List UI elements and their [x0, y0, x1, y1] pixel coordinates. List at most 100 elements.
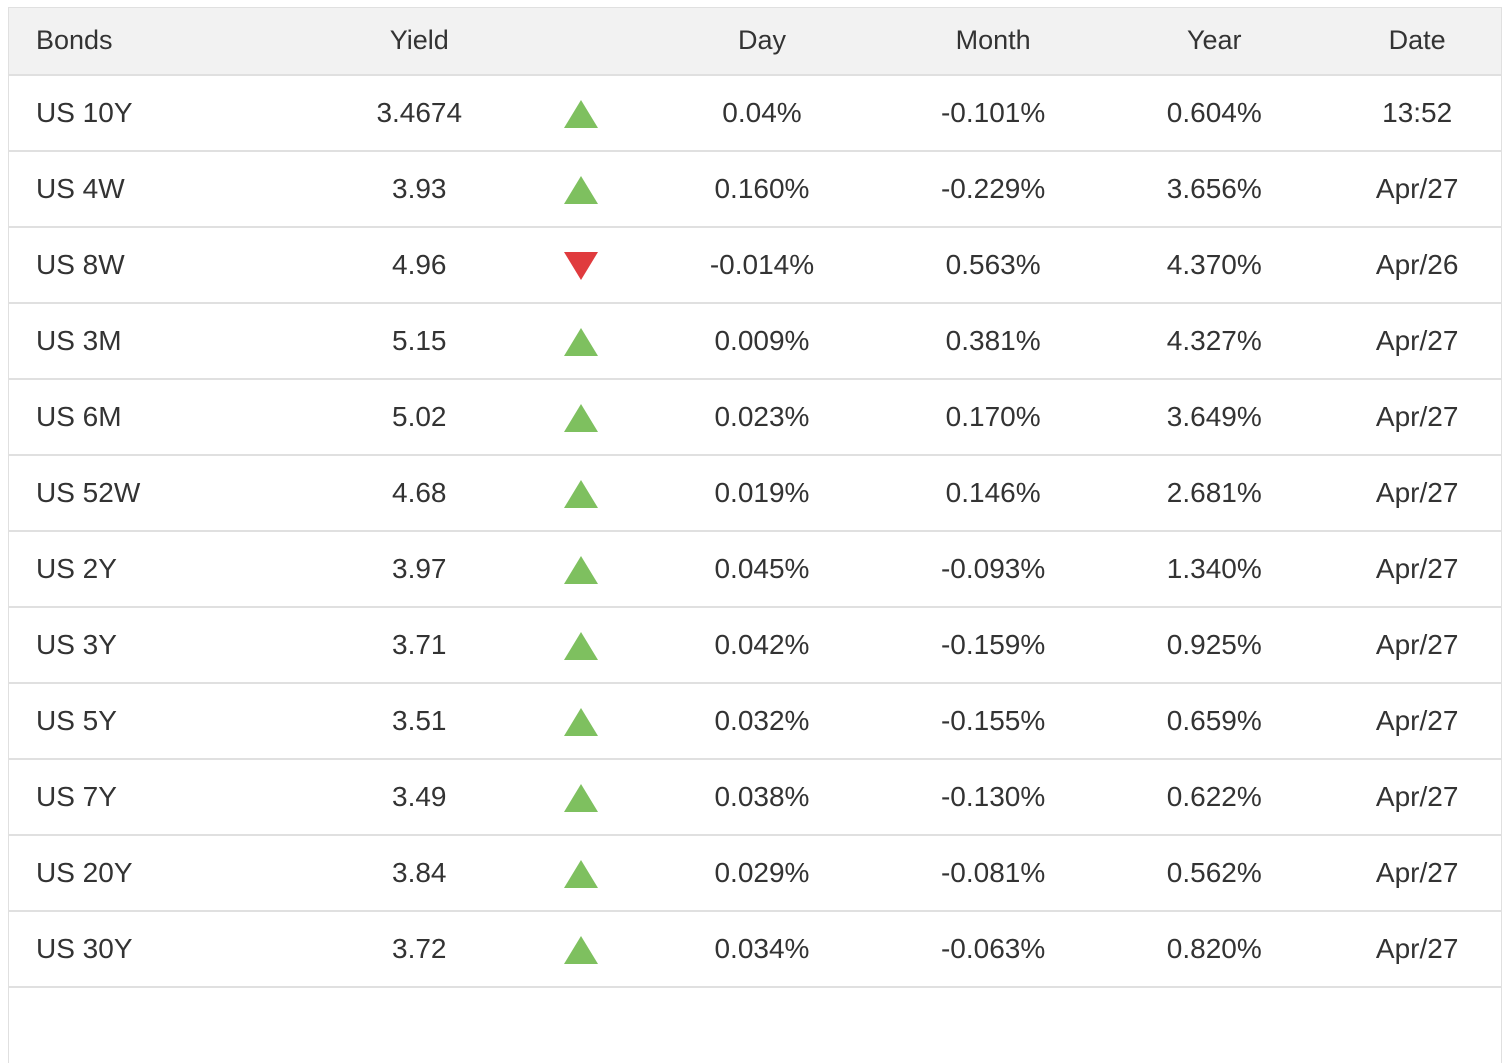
table-row: US 20Y3.840.029%-0.081%0.562%Apr/27	[9, 835, 1502, 911]
year-change: 2.681%	[1095, 455, 1333, 531]
up-triangle-icon	[564, 556, 598, 584]
empty-cell	[529, 987, 633, 1063]
bond-name[interactable]: US 10Y	[9, 75, 310, 151]
table-row: US 52W4.680.019%0.146%2.681%Apr/27	[9, 455, 1502, 531]
bond-yields-table: Bonds Yield Day Month Year Date US 10Y3.…	[8, 7, 1502, 1063]
bond-name[interactable]: US 8W	[9, 227, 310, 303]
year-change: 3.656%	[1095, 151, 1333, 227]
date-value: 13:52	[1333, 75, 1501, 151]
bond-name[interactable]: US 7Y	[9, 759, 310, 835]
bond-name[interactable]: US 3M	[9, 303, 310, 379]
date-value: Apr/27	[1333, 683, 1501, 759]
direction-indicator-cell	[529, 227, 633, 303]
yield-value: 3.51	[310, 683, 529, 759]
year-change: 1.340%	[1095, 531, 1333, 607]
table-row: US 30Y3.720.034%-0.063%0.820%Apr/27	[9, 911, 1502, 987]
day-change: -0.014%	[633, 227, 891, 303]
bond-name[interactable]: US 6M	[9, 379, 310, 455]
month-change: -0.159%	[891, 607, 1095, 683]
up-triangle-icon	[564, 708, 598, 736]
year-change: 3.649%	[1095, 379, 1333, 455]
year-change: 0.604%	[1095, 75, 1333, 151]
table-row: US 3M5.150.009%0.381%4.327%Apr/27	[9, 303, 1502, 379]
day-change: 0.034%	[633, 911, 891, 987]
up-triangle-icon	[564, 936, 598, 964]
header-row: Bonds Yield Day Month Year Date	[9, 8, 1502, 75]
yield-value: 3.93	[310, 151, 529, 227]
month-change: 0.563%	[891, 227, 1095, 303]
day-change: 0.032%	[633, 683, 891, 759]
day-change: 0.04%	[633, 75, 891, 151]
direction-indicator-cell	[529, 151, 633, 227]
date-value: Apr/27	[1333, 531, 1501, 607]
yield-value: 4.96	[310, 227, 529, 303]
direction-indicator-cell	[529, 683, 633, 759]
table-row: US 10Y3.4674 0.04%-0.101%0.604%13:52	[9, 75, 1502, 151]
yield-value: 5.15	[310, 303, 529, 379]
empty-cell	[633, 987, 891, 1063]
month-change: -0.081%	[891, 835, 1095, 911]
table-row-partial	[9, 987, 1502, 1063]
day-change: 0.160%	[633, 151, 891, 227]
day-change: 0.019%	[633, 455, 891, 531]
table-row: US 8W4.96-0.014%0.563%4.370%Apr/26	[9, 227, 1502, 303]
bond-yields-table-container: Bonds Yield Day Month Year Date US 10Y3.…	[8, 7, 1502, 1063]
empty-cell	[1095, 987, 1333, 1063]
day-change: 0.023%	[633, 379, 891, 455]
date-value: Apr/27	[1333, 759, 1501, 835]
up-triangle-icon	[564, 632, 598, 660]
bond-name[interactable]: US 20Y	[9, 835, 310, 911]
table-row: US 5Y3.510.032%-0.155%0.659%Apr/27	[9, 683, 1502, 759]
yield-value: 3.71	[310, 607, 529, 683]
yield-value: 3.4674	[310, 75, 529, 151]
up-triangle-icon	[564, 100, 598, 128]
bond-name[interactable]: US 2Y	[9, 531, 310, 607]
direction-indicator-cell	[529, 75, 633, 151]
up-triangle-icon	[564, 404, 598, 432]
direction-indicator-cell	[529, 607, 633, 683]
month-change: -0.101%	[891, 75, 1095, 151]
table-body: US 10Y3.46740.04%-0.101%0.604%13:52US 4W…	[9, 75, 1502, 1063]
month-change: -0.130%	[891, 759, 1095, 835]
month-change: -0.229%	[891, 151, 1095, 227]
yield-value: 3.49	[310, 759, 529, 835]
date-value: Apr/27	[1333, 835, 1501, 911]
column-header-yield: Yield	[310, 8, 529, 75]
up-triangle-icon	[564, 784, 598, 812]
bond-name[interactable]: US 52W	[9, 455, 310, 531]
table-row: US 4W3.93 0.160%-0.229%3.656%Apr/27	[9, 151, 1502, 227]
up-triangle-icon	[564, 860, 598, 888]
direction-indicator-cell	[529, 379, 633, 455]
column-header-bonds: Bonds	[9, 8, 310, 75]
month-change: 0.381%	[891, 303, 1095, 379]
empty-cell	[9, 987, 310, 1063]
year-change: 0.622%	[1095, 759, 1333, 835]
month-change: -0.063%	[891, 911, 1095, 987]
direction-indicator-cell	[529, 455, 633, 531]
empty-cell	[310, 987, 529, 1063]
direction-indicator-cell	[529, 835, 633, 911]
up-triangle-icon	[564, 328, 598, 356]
yield-value: 5.02	[310, 379, 529, 455]
yield-value: 3.84	[310, 835, 529, 911]
bond-name[interactable]: US 5Y	[9, 683, 310, 759]
date-value: Apr/27	[1333, 455, 1501, 531]
table-header: Bonds Yield Day Month Year Date	[9, 8, 1502, 75]
day-change: 0.009%	[633, 303, 891, 379]
date-value: Apr/27	[1333, 151, 1501, 227]
column-header-indicator	[529, 8, 633, 75]
table-row: US 6M5.020.023%0.170%3.649%Apr/27	[9, 379, 1502, 455]
date-value: Apr/27	[1333, 607, 1501, 683]
bond-name[interactable]: US 4W	[9, 151, 310, 227]
bond-name[interactable]: US 3Y	[9, 607, 310, 683]
year-change: 4.327%	[1095, 303, 1333, 379]
month-change: 0.170%	[891, 379, 1095, 455]
year-change: 0.820%	[1095, 911, 1333, 987]
yield-value: 4.68	[310, 455, 529, 531]
direction-indicator-cell	[529, 303, 633, 379]
table-row: US 3Y3.710.042%-0.159%0.925%Apr/27	[9, 607, 1502, 683]
bond-name[interactable]: US 30Y	[9, 911, 310, 987]
day-change: 0.029%	[633, 835, 891, 911]
day-change: 0.045%	[633, 531, 891, 607]
day-change: 0.042%	[633, 607, 891, 683]
